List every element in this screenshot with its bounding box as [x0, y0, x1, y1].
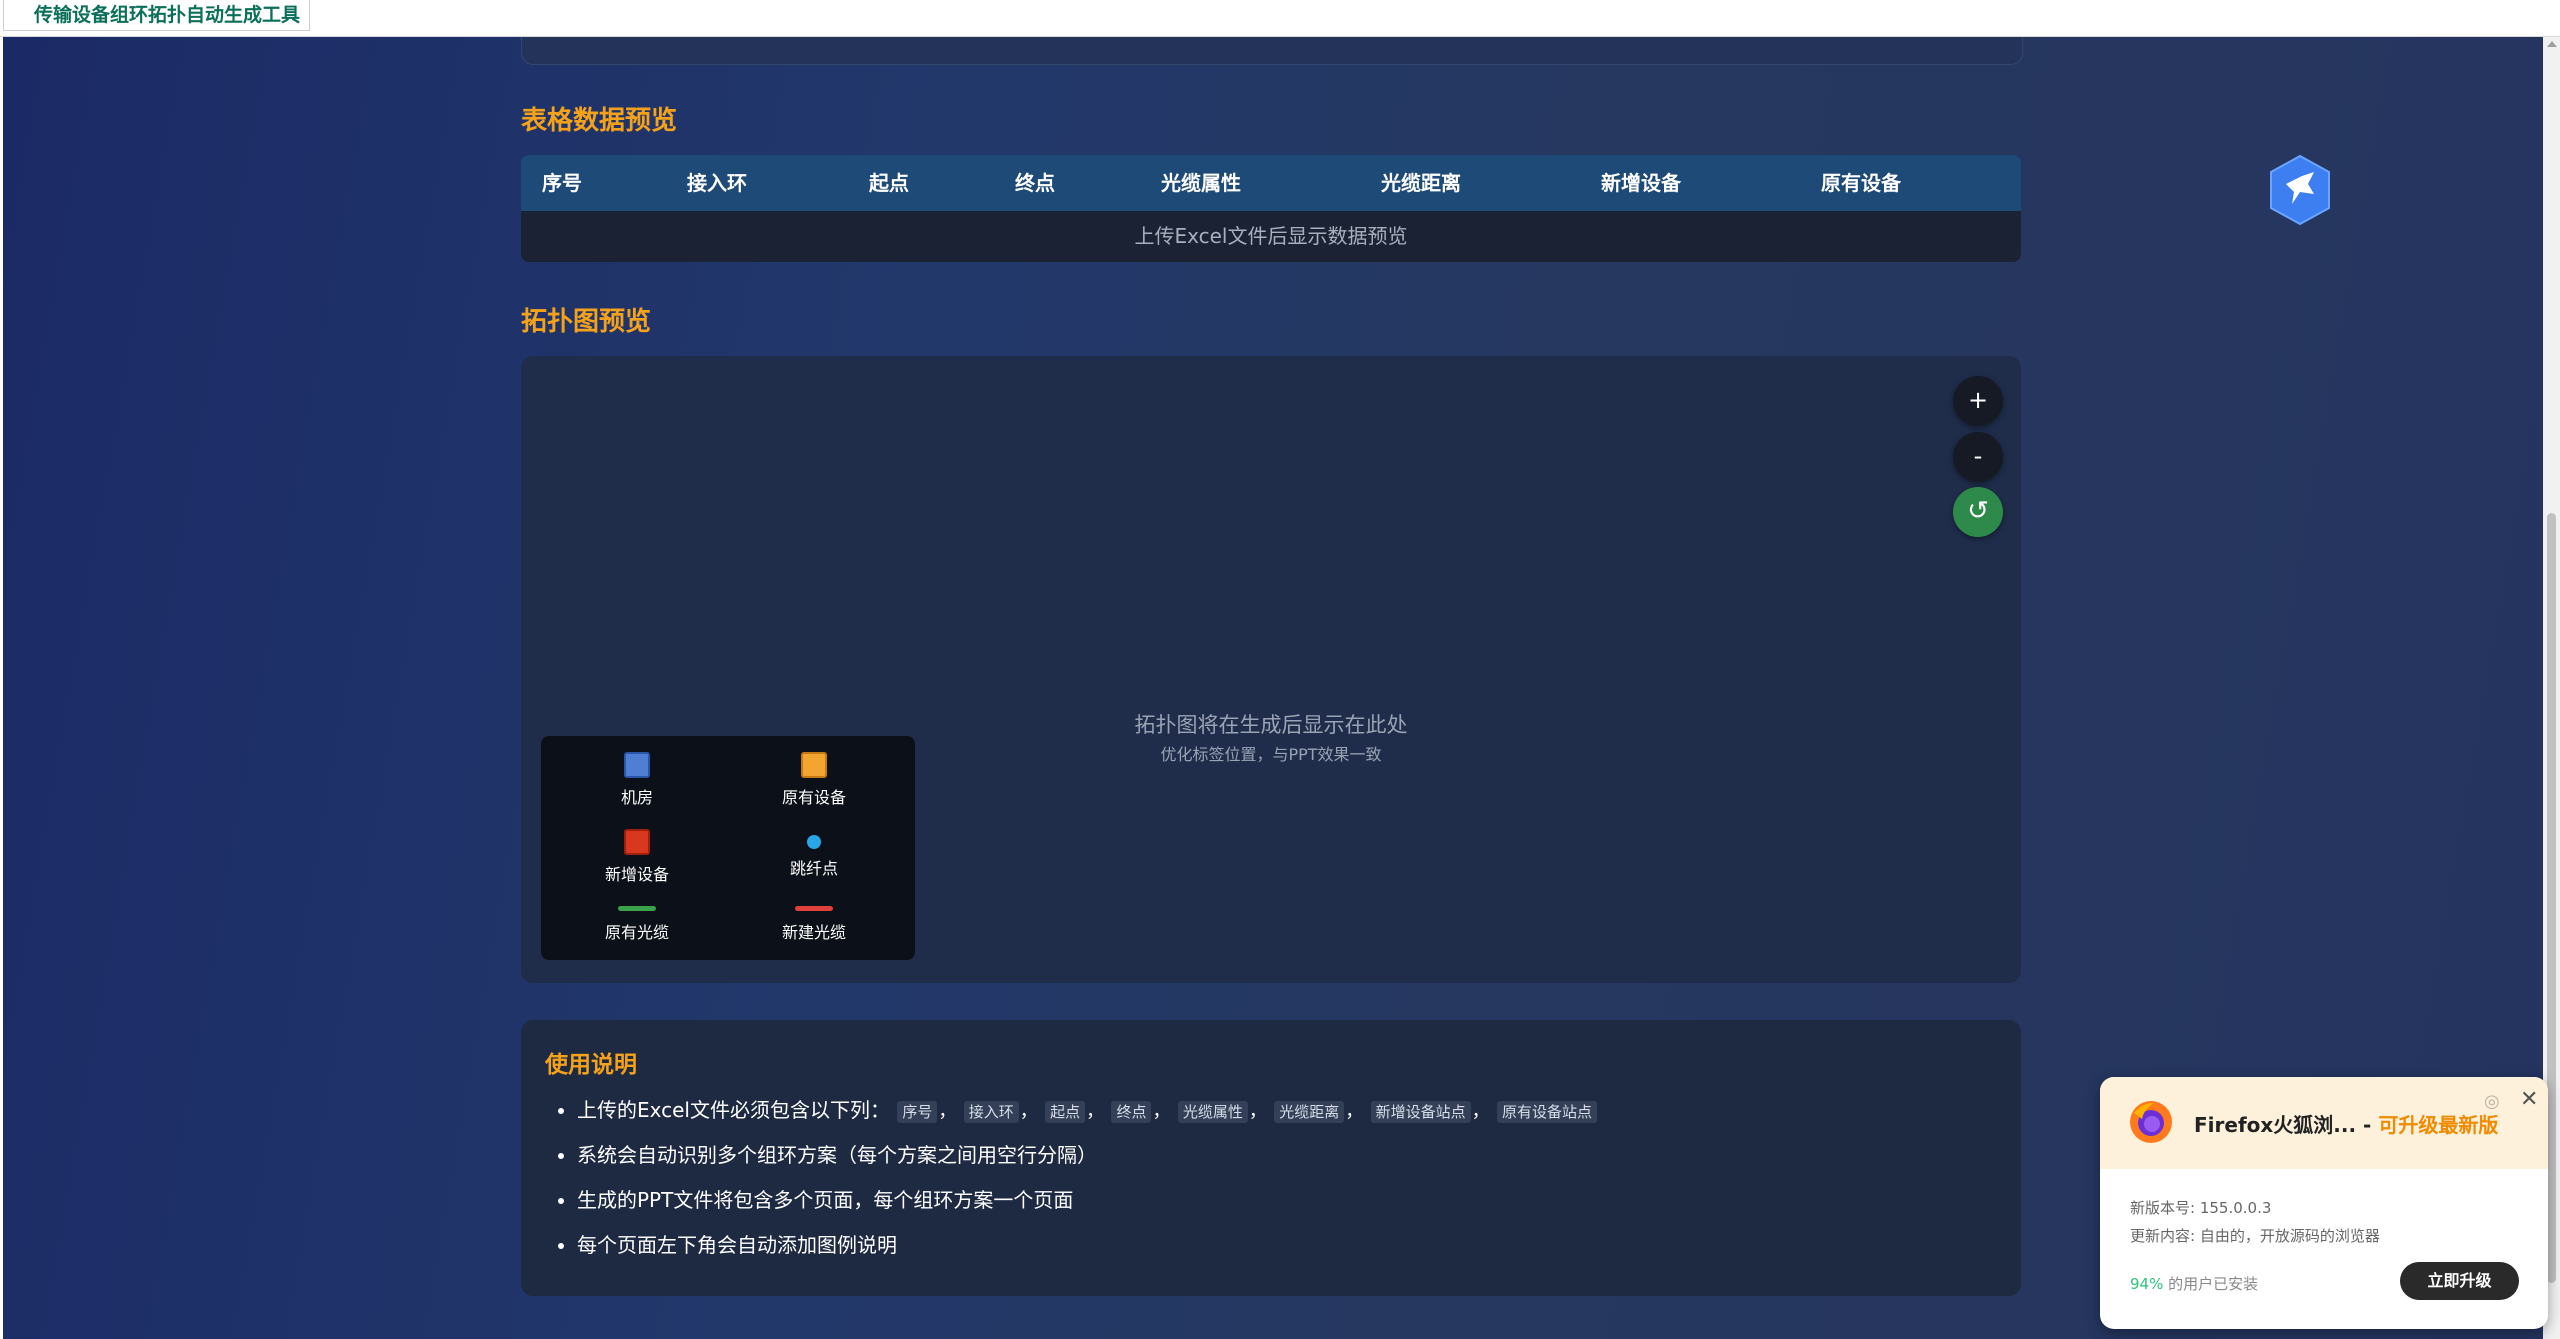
upload-card-bottom-edge [521, 37, 2023, 65]
column-separator: ， [1019, 1101, 1038, 1122]
topology-legend: 机房 原有设备 新增设备 跳纤点 原有光缆 新建光缆 [541, 736, 915, 960]
legend-label: 原有设备 [781, 788, 846, 807]
required-column-tag: 光缆距离 [1274, 1101, 1345, 1123]
server-room-icon [624, 752, 650, 778]
table-header-cell: 接入环 [687, 171, 747, 195]
popup-close-icon[interactable]: ✕ [2520, 1087, 2538, 1112]
scrollbar-thumb[interactable] [2547, 513, 2556, 1283]
usage-item: 生成的PPT文件将包含多个页面，每个组环方案一个页面 [577, 1178, 1598, 1223]
legend-label: 跳纤点 [789, 859, 838, 878]
usage-title: 使用说明 [545, 1052, 637, 1078]
legend-item-new-cable: 新建光缆 [729, 906, 899, 943]
usage-item-text: 上传的Excel文件必须包含以下列： [577, 1098, 890, 1122]
table-header-cell: 光缆属性 [1161, 171, 1241, 195]
popup-percent: 94% [2130, 1275, 2164, 1293]
required-column-tag: 新增设备站点 [1370, 1101, 1471, 1123]
upgrade-now-button[interactable]: 立即升级 [2400, 1262, 2519, 1300]
usage-instructions-panel: 使用说明 上传的Excel文件必须包含以下列： 序号， 接入环， 起点， 终点，… [521, 1020, 2021, 1296]
popup-version: 新版本号: 155.0.0.3 [2130, 1199, 2272, 1217]
reset-view-button[interactable]: ↺ [1953, 487, 2003, 537]
popup-content: 更新内容: 自由的，开放源码的浏览器 [2130, 1227, 2380, 1245]
legend-item-room: 机房 [552, 752, 722, 808]
legend-label: 新建光缆 [781, 923, 846, 942]
required-column-tag: 光缆属性 [1177, 1101, 1248, 1123]
column-separator: ， [1471, 1101, 1490, 1122]
usage-item: 每个页面左下角会自动添加图例说明 [577, 1223, 1598, 1268]
popup-title: Firefox火狐浏... - 可升级最新版 [2194, 1109, 2498, 1138]
new-cable-icon [795, 906, 833, 911]
popup-header: Firefox火狐浏... - 可升级最新版 ◎ ✕ [2100, 1077, 2548, 1169]
required-column-tag: 接入环 [963, 1101, 1019, 1123]
popup-app-name: Firefox火狐浏... [2194, 1113, 2357, 1137]
existing-device-icon [801, 752, 827, 778]
zoom-in-button[interactable]: + [1953, 376, 2003, 426]
browser-update-popup: Firefox火狐浏... - 可升级最新版 ◎ ✕ 新版本号: 155.0.0… [2100, 1077, 2548, 1329]
topology-canvas[interactable]: + - ↺ 拓扑图将在生成后显示在此处 优化标签位置，与PPT效果一致 机房 原… [521, 356, 2021, 983]
table-header-row: 序号 接入环 起点 终点 光缆属性 光缆距离 新增设备 原有设备 [521, 155, 2021, 211]
data-preview-table: 序号 接入环 起点 终点 光缆属性 光缆距离 新增设备 原有设备 上传Excel… [521, 155, 2021, 262]
table-header-cell: 序号 [542, 171, 582, 195]
column-separator: ， [1086, 1101, 1105, 1122]
table-header-cell: 光缆距离 [1381, 171, 1461, 195]
scroll-up-icon[interactable] [2547, 41, 2557, 47]
usage-item: 系统会自动识别多个组环方案（每个方案之间用空行分隔） [577, 1133, 1598, 1178]
popup-install-rate: 94% 的用户已安装 [2130, 1273, 2258, 1294]
table-header-cell: 起点 [869, 171, 909, 195]
new-device-icon [624, 829, 650, 855]
usage-item: 上传的Excel文件必须包含以下列： 序号， 接入环， 起点， 终点， 光缆属性… [577, 1088, 1598, 1133]
table-header-cell: 原有设备 [1821, 171, 1901, 195]
required-column-tag: 原有设备站点 [1496, 1101, 1597, 1123]
usage-list: 上传的Excel文件必须包含以下列： 序号， 接入环， 起点， 终点， 光缆属性… [545, 1088, 1598, 1268]
browser-tab-active[interactable]: 传输设备组环拓扑自动生成工具 [3, 0, 310, 31]
floating-assistant-icon[interactable] [2268, 154, 2332, 226]
zoom-out-button[interactable]: - [1953, 432, 2003, 482]
topology-placeholder: 拓扑图将在生成后显示在此处 [1134, 713, 1408, 737]
legend-label: 新增设备 [604, 865, 669, 884]
legend-item-new-device: 新增设备 [552, 829, 722, 885]
required-column-tag: 终点 [1111, 1101, 1152, 1123]
column-separator: ， [1248, 1101, 1267, 1122]
legend-item-existing-cable: 原有光缆 [552, 906, 722, 943]
table-empty-message: 上传Excel文件后显示数据预览 [521, 211, 2021, 262]
firefox-logo-icon [2130, 1101, 2172, 1143]
column-separator: ， [1152, 1101, 1171, 1122]
popup-upgrade-highlight: 可升级最新版 [2378, 1113, 2499, 1137]
required-column-tag: 序号 [897, 1101, 938, 1123]
required-column-tag: 起点 [1045, 1101, 1086, 1123]
browser-tab-bar: 传输设备组环拓扑自动生成工具 [0, 0, 2560, 37]
column-separator: ， [1345, 1101, 1364, 1122]
table-header-cell: 新增设备 [1601, 171, 1681, 195]
table-header-cell: 终点 [1015, 171, 1055, 195]
topology-preview-title: 拓扑图预览 [521, 307, 652, 337]
splice-point-icon [807, 835, 821, 849]
popup-title-dash: - [2356, 1113, 2379, 1137]
popup-percent-text: 的用户已安装 [2163, 1275, 2259, 1293]
legend-label: 机房 [620, 788, 653, 807]
column-separator: ， [938, 1101, 957, 1122]
legend-item-splice-point: 跳纤点 [729, 829, 899, 879]
popup-settings-icon[interactable]: ◎ [2484, 1091, 2500, 1112]
table-preview-title: 表格数据预览 [521, 106, 678, 136]
legend-item-existing-device: 原有设备 [729, 752, 899, 808]
existing-cable-icon [618, 906, 656, 911]
legend-label: 原有光缆 [604, 923, 669, 942]
